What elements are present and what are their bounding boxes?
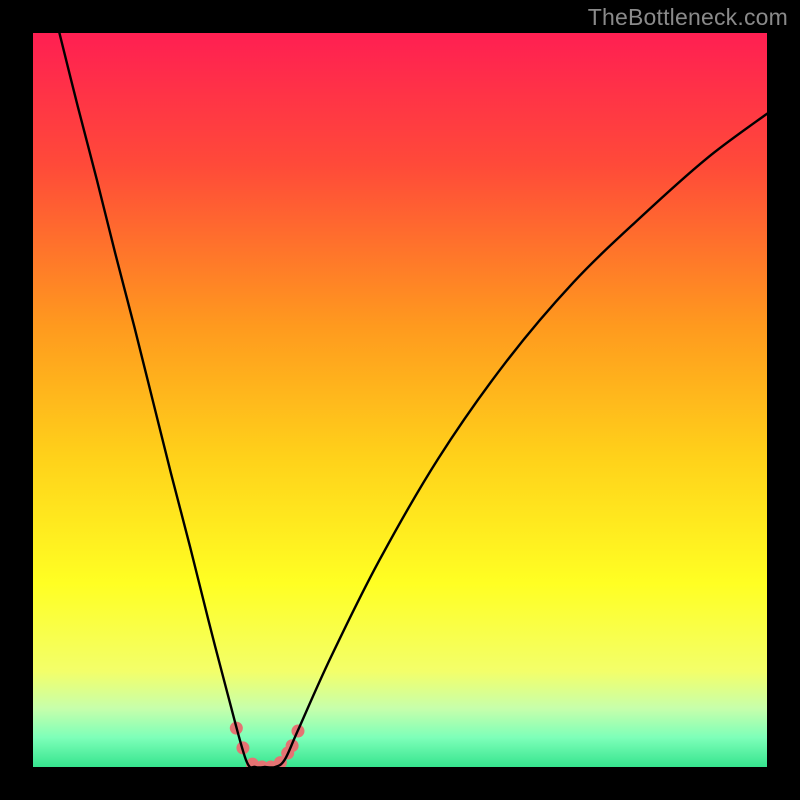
curves-layer bbox=[33, 33, 767, 767]
plot-area bbox=[33, 33, 767, 767]
watermark-text: TheBottleneck.com bbox=[588, 4, 788, 31]
chart-container: TheBottleneck.com bbox=[0, 0, 800, 800]
bottleneck-curve bbox=[59, 33, 767, 767]
